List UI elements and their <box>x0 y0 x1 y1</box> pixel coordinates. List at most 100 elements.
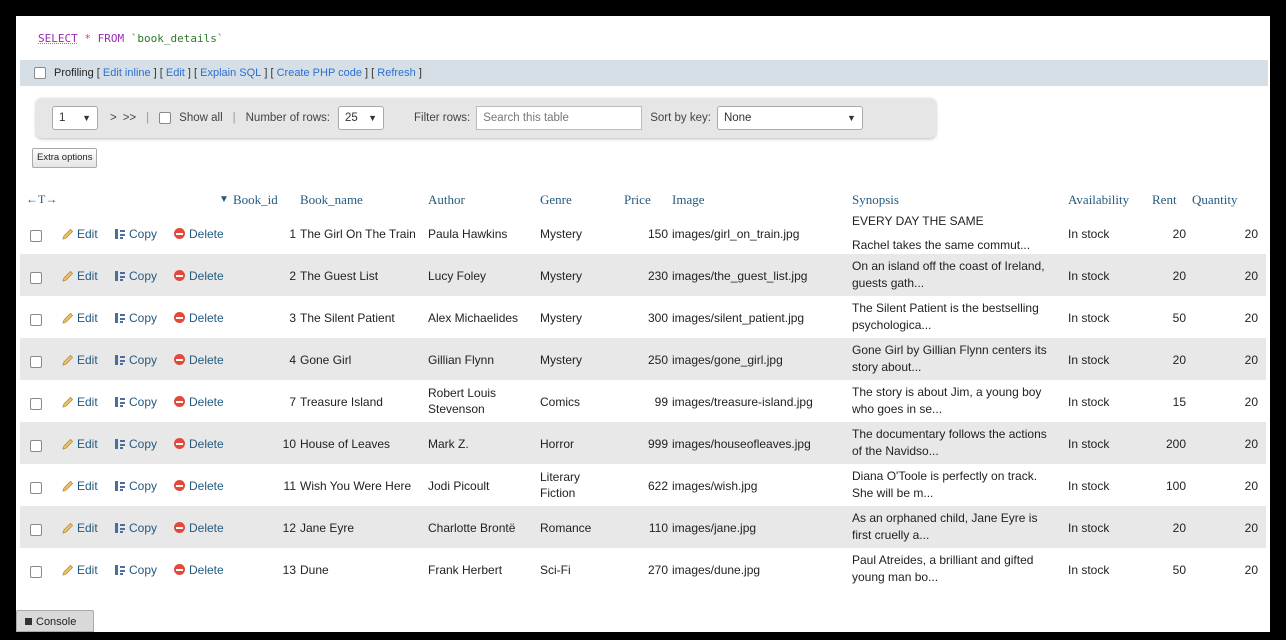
cell-image[interactable]: images/silent_patient.jpg <box>672 310 804 326</box>
cell-image[interactable]: images/jane.jpg <box>672 520 756 536</box>
cell-rent[interactable]: 20 <box>1140 226 1186 242</box>
cell-availability[interactable]: In stock <box>1068 310 1109 326</box>
cell-book-id[interactable]: 12 <box>250 520 296 536</box>
cell-price[interactable]: 110 <box>620 520 668 536</box>
cell-quantity[interactable]: 20 <box>1200 226 1258 242</box>
cell-quantity[interactable]: 20 <box>1200 268 1258 284</box>
profiling-checkbox[interactable] <box>34 67 46 79</box>
row-select-checkbox[interactable] <box>30 311 42 327</box>
cell-availability[interactable]: In stock <box>1068 562 1109 578</box>
row-edit-button[interactable]: Edit <box>62 478 98 494</box>
row-select-checkbox[interactable] <box>30 479 42 495</box>
cell-book-name[interactable]: Jane Eyre <box>300 520 354 536</box>
cell-book-name[interactable]: Treasure Island <box>300 394 383 410</box>
sql-select-keyword[interactable]: SELECT <box>38 32 78 45</box>
last-page-button[interactable]: >> <box>123 112 136 124</box>
next-page-button[interactable]: > <box>110 112 117 124</box>
column-header-availability[interactable]: Availability <box>1068 192 1129 208</box>
row-delete-button[interactable]: Delete <box>174 478 224 494</box>
cell-quantity[interactable]: 20 <box>1200 520 1258 536</box>
row-copy-button[interactable]: Copy <box>114 478 157 494</box>
cell-synopsis[interactable]: The story is about Jim, a young boy <box>852 384 1041 400</box>
cell-synopsis[interactable]: The Silent Patient is the bestselling <box>852 300 1039 316</box>
row-copy-button[interactable]: Copy <box>114 310 157 326</box>
cell-author[interactable]: Lucy Foley <box>428 268 486 284</box>
cell-quantity[interactable]: 20 <box>1200 394 1258 410</box>
filter-rows-input[interactable]: Search this table <box>476 106 643 130</box>
row-select-checkbox[interactable] <box>30 563 42 579</box>
cell-price[interactable]: 99 <box>620 394 668 410</box>
cell-book-name[interactable]: The Guest List <box>300 268 378 284</box>
row-delete-button[interactable]: Delete <box>174 520 224 536</box>
cell-genre[interactable]: Mystery <box>540 310 582 326</box>
create-php-code-link[interactable]: Create PHP code <box>277 67 362 79</box>
cell-rent[interactable]: 20 <box>1140 520 1186 536</box>
row-delete-button[interactable]: Delete <box>174 352 224 368</box>
column-header-image[interactable]: Image <box>672 192 704 208</box>
cell-rent[interactable]: 20 <box>1140 352 1186 368</box>
cell-book-id[interactable]: 11 <box>250 478 296 494</box>
cell-price[interactable]: 230 <box>620 268 668 284</box>
column-header-author[interactable]: Author <box>428 192 465 208</box>
row-select-checkbox[interactable] <box>30 521 42 537</box>
cell-rent[interactable]: 50 <box>1140 310 1186 326</box>
cell-image[interactable]: images/houseofleaves.jpg <box>672 436 811 452</box>
cell-book-id[interactable]: 13 <box>250 562 296 578</box>
cell-availability[interactable]: In stock <box>1068 394 1109 410</box>
cell-image[interactable]: images/girl_on_train.jpg <box>672 226 799 242</box>
page-select[interactable]: 1 ▼ <box>52 106 98 130</box>
sort-arrow-icon[interactable]: ▼ <box>219 194 229 205</box>
row-copy-button[interactable]: Copy <box>114 268 157 284</box>
row-select-checkbox[interactable] <box>30 227 42 243</box>
column-header-synopsis[interactable]: Synopsis <box>852 192 899 208</box>
extra-options-button[interactable]: Extra options <box>32 148 98 168</box>
cell-image[interactable]: images/treasure-island.jpg <box>672 394 813 410</box>
cell-author[interactable]: Robert Louis <box>428 385 496 401</box>
row-edit-button[interactable]: Edit <box>62 310 98 326</box>
cell-book-name[interactable]: Gone Girl <box>300 352 351 368</box>
row-select-checkbox[interactable] <box>30 353 42 369</box>
cell-rent[interactable]: 15 <box>1140 394 1186 410</box>
cell-quantity[interactable]: 20 <box>1200 562 1258 578</box>
cell-genre[interactable]: Horror <box>540 436 574 452</box>
cell-book-name[interactable]: The Silent Patient <box>300 310 395 326</box>
cell-book-id[interactable]: 4 <box>250 352 296 368</box>
cell-author[interactable]: Paula Hawkins <box>428 226 507 242</box>
sort-by-key-select[interactable]: None ▼ <box>716 106 863 130</box>
row-edit-button[interactable]: Edit <box>62 436 98 452</box>
cell-price[interactable]: 270 <box>620 562 668 578</box>
cell-quantity[interactable]: 20 <box>1200 478 1258 494</box>
rows-select[interactable]: 25 ▼ <box>337 106 384 130</box>
column-header-quantity[interactable]: Quantity <box>1192 192 1238 208</box>
cell-price[interactable]: 250 <box>620 352 668 368</box>
row-copy-button[interactable]: Copy <box>114 352 157 368</box>
cell-book-id[interactable]: 2 <box>250 268 296 284</box>
explain-sql-link[interactable]: Explain SQL <box>200 67 261 79</box>
cell-author[interactable]: Jodi Picoult <box>428 478 489 494</box>
cell-availability[interactable]: In stock <box>1068 352 1109 368</box>
cell-book-id[interactable]: 1 <box>250 226 296 242</box>
column-header-genre[interactable]: Genre <box>540 192 572 208</box>
cell-price[interactable]: 150 <box>620 226 668 242</box>
column-header-book-id[interactable]: Book_id <box>233 192 278 208</box>
cell-image[interactable]: images/gone_girl.jpg <box>672 352 783 368</box>
refresh-link[interactable]: Refresh <box>377 67 416 79</box>
row-copy-button[interactable]: Copy <box>114 562 157 578</box>
cell-book-id[interactable]: 10 <box>250 436 296 452</box>
cell-author[interactable]: Alex Michaelides <box>428 310 518 326</box>
cell-book-id[interactable]: 7 <box>250 394 296 410</box>
row-delete-button[interactable]: Delete <box>174 436 224 452</box>
cell-genre[interactable]: Mystery <box>540 226 582 242</box>
row-edit-button[interactable]: Edit <box>62 562 98 578</box>
row-select-checkbox[interactable] <box>30 437 42 453</box>
cell-rent[interactable]: 20 <box>1140 268 1186 284</box>
edit-inline-link[interactable]: Edit inline <box>103 67 151 79</box>
show-all-checkbox[interactable] <box>159 112 172 124</box>
cell-rent[interactable]: 200 <box>1140 436 1186 452</box>
column-header-rent[interactable]: Rent <box>1152 192 1177 208</box>
cell-genre[interactable]: Romance <box>540 520 591 536</box>
cell-genre[interactable]: Literary <box>540 469 580 485</box>
cell-image[interactable]: images/the_guest_list.jpg <box>672 268 807 284</box>
cell-synopsis[interactable]: As an orphaned child, Jane Eyre is <box>852 510 1037 526</box>
cell-book-name[interactable]: The Girl On The Train <box>300 226 416 242</box>
